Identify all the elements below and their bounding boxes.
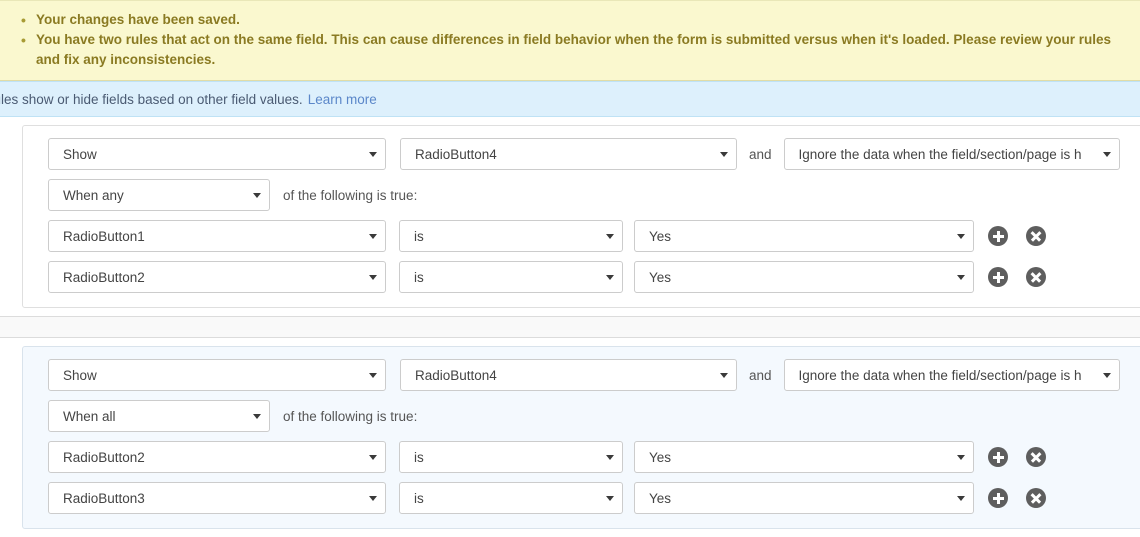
chevron-down-icon	[253, 193, 261, 198]
rule-block: Show RadioButton4 and Ignore the data wh…	[22, 125, 1140, 308]
rule-action-select[interactable]: Show	[48, 359, 386, 391]
condition-value-value: Yes	[649, 228, 672, 244]
plus-icon	[997, 271, 1000, 283]
condition-row: RadioButton2 is Yes	[23, 441, 1140, 473]
chevron-down-icon	[369, 373, 377, 378]
condition-row: RadioButton3 is Yes	[23, 482, 1140, 514]
condition-operator-select[interactable]: is	[399, 482, 623, 514]
warning-banner: Your changes have been saved. You have t…	[0, 0, 1140, 81]
add-condition-button[interactable]	[988, 226, 1008, 246]
info-banner: rules show or hide fields based on other…	[0, 81, 1140, 117]
warning-message: Your changes have been saved.	[21, 10, 1128, 30]
condition-operator-value: is	[414, 490, 424, 506]
condition-field-value: RadioButton2	[63, 449, 145, 465]
rule-action-value: Show	[63, 146, 97, 162]
condition-field-value: RadioButton3	[63, 490, 145, 506]
condition-row: RadioButton2 is Yes	[23, 261, 1140, 293]
plus-icon	[997, 492, 1000, 504]
condition-field-select[interactable]: RadioButton2	[48, 261, 386, 293]
condition-operator-value: is	[414, 269, 424, 285]
condition-value-value: Yes	[649, 449, 672, 465]
rule-logic-row: When any of the following is true:	[23, 179, 1140, 211]
and-label: and	[749, 367, 772, 383]
condition-field-select[interactable]: RadioButton3	[48, 482, 386, 514]
condition-operator-value: is	[414, 228, 424, 244]
condition-value-value: Yes	[649, 269, 672, 285]
add-condition-button[interactable]	[988, 267, 1008, 287]
remove-condition-button[interactable]	[1026, 488, 1046, 508]
rule-action-value: Show	[63, 367, 97, 383]
chevron-down-icon	[720, 152, 728, 157]
rule-logic-value: When all	[63, 408, 116, 424]
and-label: and	[749, 146, 772, 162]
rule-logic-select[interactable]: When all	[48, 400, 270, 432]
chevron-down-icon	[606, 234, 614, 239]
remove-condition-button[interactable]	[1026, 226, 1046, 246]
condition-field-select[interactable]: RadioButton1	[48, 220, 386, 252]
rule-target-field-select[interactable]: RadioButton4	[400, 359, 737, 391]
rule-header-row: Show RadioButton4 and Ignore the data wh…	[23, 359, 1140, 391]
condition-value-select[interactable]: Yes	[634, 261, 974, 293]
chevron-down-icon	[606, 496, 614, 501]
condition-operator-select[interactable]: is	[399, 441, 623, 473]
condition-operator-select[interactable]: is	[399, 220, 623, 252]
rule-target-field-value: RadioButton4	[415, 146, 497, 162]
condition-operator-select[interactable]: is	[399, 261, 623, 293]
condition-field-select[interactable]: RadioButton2	[48, 441, 386, 473]
condition-value-value: Yes	[649, 490, 672, 506]
add-condition-button[interactable]	[988, 488, 1008, 508]
rule-behavior-value: Ignore the data when the field/section/p…	[798, 146, 1082, 162]
of-the-following-label: of the following is true:	[283, 408, 418, 424]
chevron-down-icon	[1102, 152, 1111, 157]
rule-block: Show RadioButton4 and Ignore the data wh…	[22, 346, 1140, 529]
chevron-down-icon	[957, 234, 965, 239]
plus-icon	[997, 451, 1000, 463]
condition-operator-value: is	[414, 449, 424, 465]
condition-value-select[interactable]: Yes	[634, 220, 974, 252]
chevron-down-icon	[606, 455, 614, 460]
chevron-down-icon	[957, 496, 965, 501]
condition-field-value: RadioButton2	[63, 269, 145, 285]
rule-logic-value: When any	[63, 187, 124, 203]
rule-logic-row: When all of the following is true:	[23, 400, 1140, 432]
plus-icon	[997, 230, 1000, 242]
rule-behavior-value: Ignore the data when the field/section/p…	[798, 367, 1082, 383]
warning-message: You have two rules that act on the same …	[21, 30, 1128, 70]
chevron-down-icon	[957, 455, 965, 460]
chevron-down-icon	[606, 275, 614, 280]
chevron-down-icon	[369, 455, 377, 460]
chevron-down-icon	[369, 496, 377, 501]
learn-more-link[interactable]: Learn more	[308, 92, 377, 107]
rule-header-row: Show RadioButton4 and Ignore the data wh…	[23, 138, 1140, 170]
rule-action-select[interactable]: Show	[48, 138, 386, 170]
condition-field-value: RadioButton1	[63, 228, 145, 244]
chevron-down-icon	[253, 414, 261, 419]
of-the-following-label: of the following is true:	[283, 187, 418, 203]
chevron-down-icon	[720, 373, 728, 378]
condition-row: RadioButton1 is Yes	[23, 220, 1140, 252]
info-banner-text: rules show or hide fields based on other…	[0, 91, 303, 107]
chevron-down-icon	[369, 234, 377, 239]
rule-target-field-select[interactable]: RadioButton4	[400, 138, 737, 170]
condition-value-select[interactable]: Yes	[634, 441, 974, 473]
chevron-down-icon	[369, 275, 377, 280]
chevron-down-icon	[1102, 373, 1111, 378]
chevron-down-icon	[369, 152, 377, 157]
rules-area: Show RadioButton4 and Ignore the data wh…	[0, 125, 1140, 529]
remove-condition-button[interactable]	[1026, 447, 1046, 467]
add-condition-button[interactable]	[988, 447, 1008, 467]
condition-value-select[interactable]: Yes	[634, 482, 974, 514]
remove-condition-button[interactable]	[1026, 267, 1046, 287]
rule-block-separator	[0, 316, 1140, 338]
rule-behavior-select[interactable]: Ignore the data when the field/section/p…	[783, 359, 1120, 391]
rule-logic-select[interactable]: When any	[48, 179, 270, 211]
rule-behavior-select[interactable]: Ignore the data when the field/section/p…	[783, 138, 1120, 170]
warning-message-list: Your changes have been saved. You have t…	[0, 10, 1140, 70]
rule-target-field-value: RadioButton4	[415, 367, 497, 383]
chevron-down-icon	[957, 275, 965, 280]
